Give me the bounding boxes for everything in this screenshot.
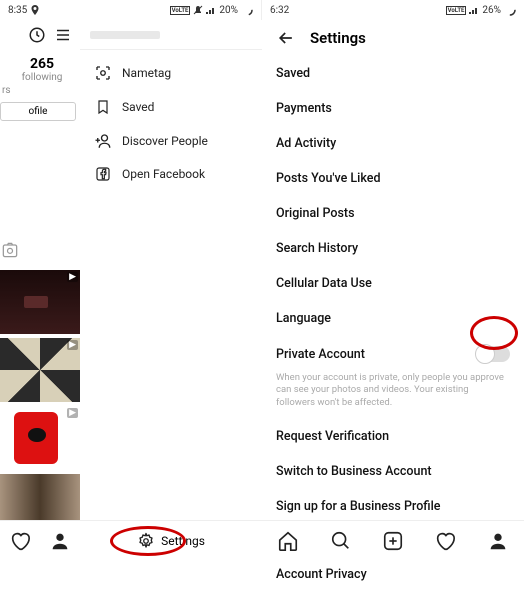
heart-icon[interactable] [434, 530, 456, 552]
request-verification-row[interactable]: Request Verification [276, 419, 510, 454]
add-person-icon [94, 132, 112, 150]
mute-icon [193, 5, 203, 15]
account-privacy-row[interactable]: Account Privacy [276, 557, 510, 592]
signal-icon [469, 6, 479, 14]
cellular-data-row[interactable]: Cellular Data Use [276, 266, 510, 301]
ad-activity-row[interactable]: Ad Activity [276, 126, 510, 161]
volte-icon: VoLTE [170, 6, 191, 15]
settings-item-label: Payments [276, 101, 332, 116]
status-bar-right: 6:32 VoLTE 26% [262, 0, 524, 20]
settings-header: Settings [262, 20, 524, 56]
bookmark-icon [94, 98, 112, 116]
feed-item[interactable] [0, 474, 80, 520]
nametag-icon [94, 64, 112, 82]
feed-item[interactable]: ▶ [0, 406, 80, 470]
signal-icon [206, 6, 216, 14]
settings-label: Settings [161, 534, 205, 548]
nametag-item[interactable]: Nametag [80, 56, 262, 90]
drawer-item-label: Open Facebook [122, 167, 205, 181]
settings-button[interactable]: Settings [137, 532, 205, 550]
settings-item-label: Switch to Business Account [276, 464, 432, 479]
tagged-icon[interactable] [0, 240, 80, 260]
settings-item-label: Sign up for a Business Profile [276, 499, 440, 514]
following-label: following [4, 72, 80, 83]
status-battery: 26% [482, 5, 501, 16]
menu-icon[interactable] [54, 26, 72, 44]
language-row[interactable]: Language [276, 301, 510, 336]
location-icon [31, 5, 39, 15]
cut-label: rs [0, 85, 80, 96]
gear-icon [137, 532, 155, 550]
battery-circle-icon [504, 4, 516, 16]
profile-header: 265 following rs ofile [0, 20, 80, 242]
posts-liked-row[interactable]: Posts You've Liked [276, 161, 510, 196]
search-history-row[interactable]: Search History [276, 231, 510, 266]
phone-left: 8:35 VoLTE 20% [0, 0, 262, 560]
private-account-help: When your account is private, only peopl… [276, 372, 510, 419]
saved-row[interactable]: Saved [276, 56, 510, 91]
drawer-item-label: Discover People [122, 134, 208, 148]
settings-item-label: Language [276, 311, 331, 326]
video-badge-icon: ▶ [67, 272, 78, 282]
switch-business-row[interactable]: Switch to Business Account [276, 454, 510, 489]
settings-item-label: Request Verification [276, 429, 389, 444]
settings-item-label: Private Account [276, 347, 365, 362]
settings-item-label: Account Privacy [276, 567, 367, 582]
discover-people-item[interactable]: Discover People [80, 124, 262, 158]
drawer-item-label: Saved [122, 100, 154, 114]
saved-item[interactable]: Saved [80, 90, 262, 124]
back-icon[interactable] [276, 28, 296, 48]
original-posts-row[interactable]: Original Posts [276, 196, 510, 231]
settings-item-label: Ad Activity [276, 136, 336, 151]
payments-row[interactable]: Payments [276, 91, 510, 126]
facebook-icon [94, 166, 112, 182]
status-battery: 20% [219, 5, 238, 16]
video-badge-icon: ▶ [67, 340, 78, 350]
search-icon[interactable] [330, 530, 352, 552]
bottom-nav-left [0, 520, 80, 560]
settings-list: Saved Payments Ad Activity Posts You've … [262, 56, 524, 592]
feed-item[interactable]: ▶ [0, 338, 80, 402]
profile-icon[interactable] [487, 530, 509, 552]
following-count[interactable]: 265 [4, 56, 80, 72]
settings-title: Settings [310, 29, 366, 47]
private-account-toggle[interactable] [476, 346, 510, 362]
drawer-username[interactable] [80, 20, 262, 50]
settings-item-label: Saved [276, 66, 310, 81]
feed-item[interactable]: ▶ [0, 270, 80, 334]
heart-icon[interactable] [9, 530, 31, 552]
phone-right: 6:32 VoLTE 26% Settings Saved Payments A… [262, 0, 524, 560]
status-bar-left: 8:35 VoLTE 20% [0, 0, 261, 20]
settings-item-label: Search History [276, 241, 358, 256]
add-post-icon[interactable] [382, 530, 404, 552]
signup-business-row[interactable]: Sign up for a Business Profile [276, 489, 510, 524]
feed-grid: ▶ ▶ ▶ [0, 270, 80, 524]
drawer-bottom: Settings [80, 520, 262, 560]
home-icon[interactable] [277, 530, 299, 552]
battery-circle-icon [241, 4, 253, 16]
settings-item-label: Cellular Data Use [276, 276, 372, 291]
edit-profile-button[interactable]: ofile [0, 102, 76, 121]
bottom-nav-right [262, 520, 524, 560]
archive-icon[interactable] [28, 26, 46, 44]
settings-item-label: Posts You've Liked [276, 171, 381, 186]
settings-item-label: Original Posts [276, 206, 355, 221]
side-drawer: Nametag Saved Discover People [80, 20, 262, 560]
status-time: 8:35 [8, 5, 27, 16]
open-facebook-item[interactable]: Open Facebook [80, 158, 262, 190]
private-account-row: Private Account [276, 336, 510, 372]
drawer-menu: Nametag Saved Discover People [80, 50, 262, 196]
volte-icon: VoLTE [446, 6, 467, 15]
drawer-item-label: Nametag [122, 66, 171, 80]
status-time: 6:32 [270, 5, 289, 16]
video-badge-icon: ▶ [67, 408, 78, 418]
profile-icon[interactable] [49, 530, 71, 552]
